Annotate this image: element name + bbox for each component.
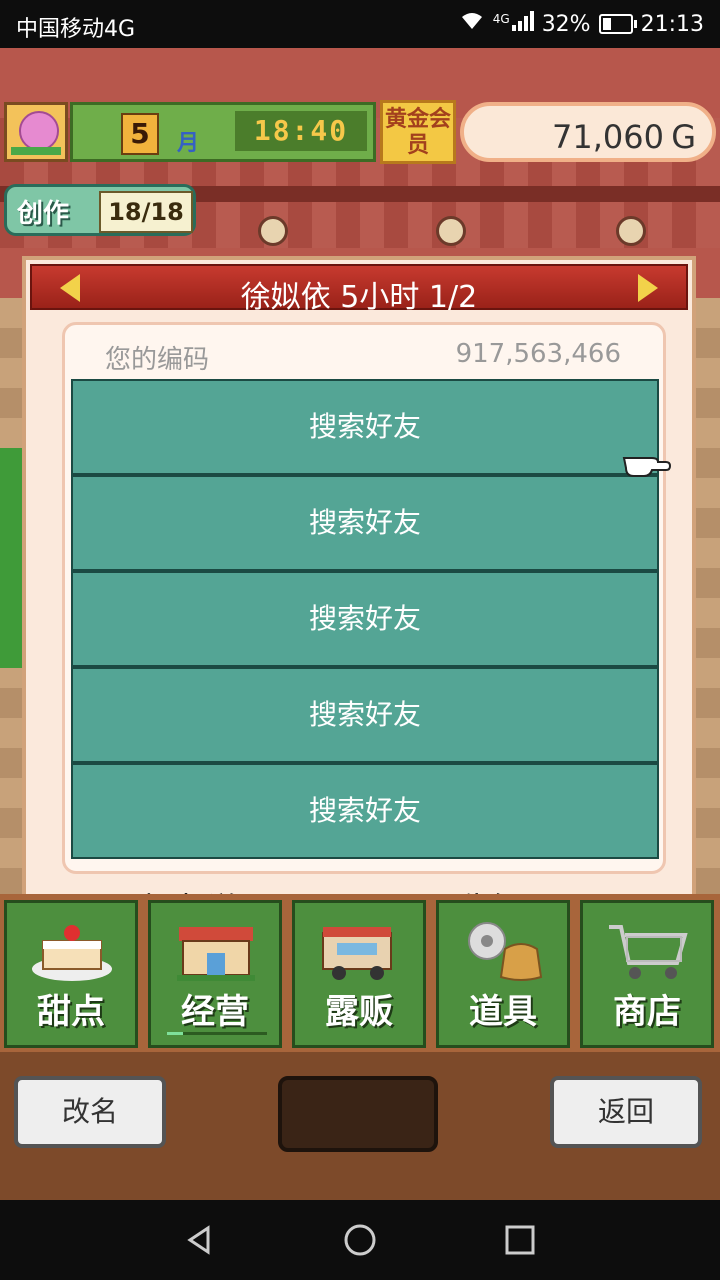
network-type: 4G [492,12,510,26]
currency-symbol: G [671,118,696,156]
create-count: 18/18 [99,191,193,233]
month-value: 5 [121,113,159,155]
your-code-value: 917,563,466 [455,339,621,369]
month-label: 月 [177,131,200,156]
create-label: 创作 [17,199,70,229]
next-page-arrow-icon[interactable] [638,274,658,302]
rename-button[interactable]: 改名 [14,1076,166,1148]
bottom-tabs: 甜点 经营 露贩 道具 商店 [0,894,720,1054]
tab-progress [167,1032,267,1035]
tab-dessert[interactable]: 甜点 [4,900,138,1048]
friend-list: 搜索好友 搜索好友 搜索好友 搜索好友 搜索好友 [71,379,659,861]
search-friend-button[interactable]: 搜索好友 [71,763,659,859]
date-panel: 5 月 18:40 [70,102,376,162]
tab-shop[interactable]: 商店 [580,900,714,1048]
tab-items[interactable]: 道具 [436,900,570,1048]
lamp-icon [616,216,646,246]
search-friend-button[interactable]: 搜索好友 [71,667,659,763]
tab-label: 露贩 [325,992,393,1032]
status-right: 4G 32% 21:13 [459,11,704,37]
wall-right [692,298,720,938]
cake-icon [29,919,115,983]
carrier-text: 中国移动4G [16,17,136,42]
footer-center-slot [278,1076,438,1152]
your-code-label: 您的编码 [105,345,210,375]
battery-fill [602,18,611,30]
items-icon [461,919,547,983]
tab-label: 道具 [469,992,537,1032]
android-nav-bar [0,1200,720,1280]
create-counter[interactable]: 创作 18/18 [4,184,196,236]
battery-icon [598,14,637,34]
friend-dialog: 徐姒依 5小时 1/2 您的编码 917,563,466 搜索好友 搜索好友 搜… [22,256,696,930]
gold-member-badge[interactable]: 黄金会员 [380,100,456,164]
search-friend-button[interactable]: 搜索好友 [71,379,659,475]
cart-icon [605,919,691,983]
tab-label: 甜点 [37,992,105,1032]
battery-percent: 32% [541,11,591,37]
footer-bar: 改名 返回 [0,1052,720,1200]
nav-home-icon[interactable] [344,1224,376,1256]
tab-stall[interactable]: 露贩 [292,900,426,1048]
game-screen: 5 月 18:40 黄金会员 71,060 G 创作 18/18 徐姒依 5小时… [0,48,720,1200]
status-bar: 中国移动4G 4G 32% 21:13 [0,0,720,48]
pointing-hand-icon [622,448,672,478]
tree-crown [19,111,59,151]
search-friend-button[interactable]: 搜索好友 [71,571,659,667]
dialog-title: 徐姒依 5小时 1/2 [240,280,478,315]
grass [11,147,61,155]
game-clock: 18:40 [235,111,367,151]
tab-label: 商店 [613,992,681,1032]
money-display: 71,060 G [460,102,716,162]
lamp-icon [436,216,466,246]
search-friend-button[interactable]: 搜索好友 [71,475,659,571]
signal-icon [511,11,534,37]
truck-icon [317,919,403,983]
avatar-tree-icon[interactable] [4,102,68,162]
nav-back-icon[interactable] [184,1224,216,1256]
wifi-icon [459,11,485,37]
nav-recents-icon[interactable] [504,1224,536,1256]
clock: 21:13 [640,11,704,37]
friend-panel: 您的编码 917,563,466 搜索好友 搜索好友 搜索好友 搜索好友 搜索好… [62,322,666,874]
back-button[interactable]: 返回 [550,1076,702,1148]
dialog-title-bar: 徐姒依 5小时 1/2 [30,264,688,315]
money-value: 71,060 [552,118,664,156]
tab-label: 经营 [181,992,249,1032]
lamp-icon [258,216,288,246]
shop-icon [173,919,259,983]
tab-manage[interactable]: 经营 [148,900,282,1048]
